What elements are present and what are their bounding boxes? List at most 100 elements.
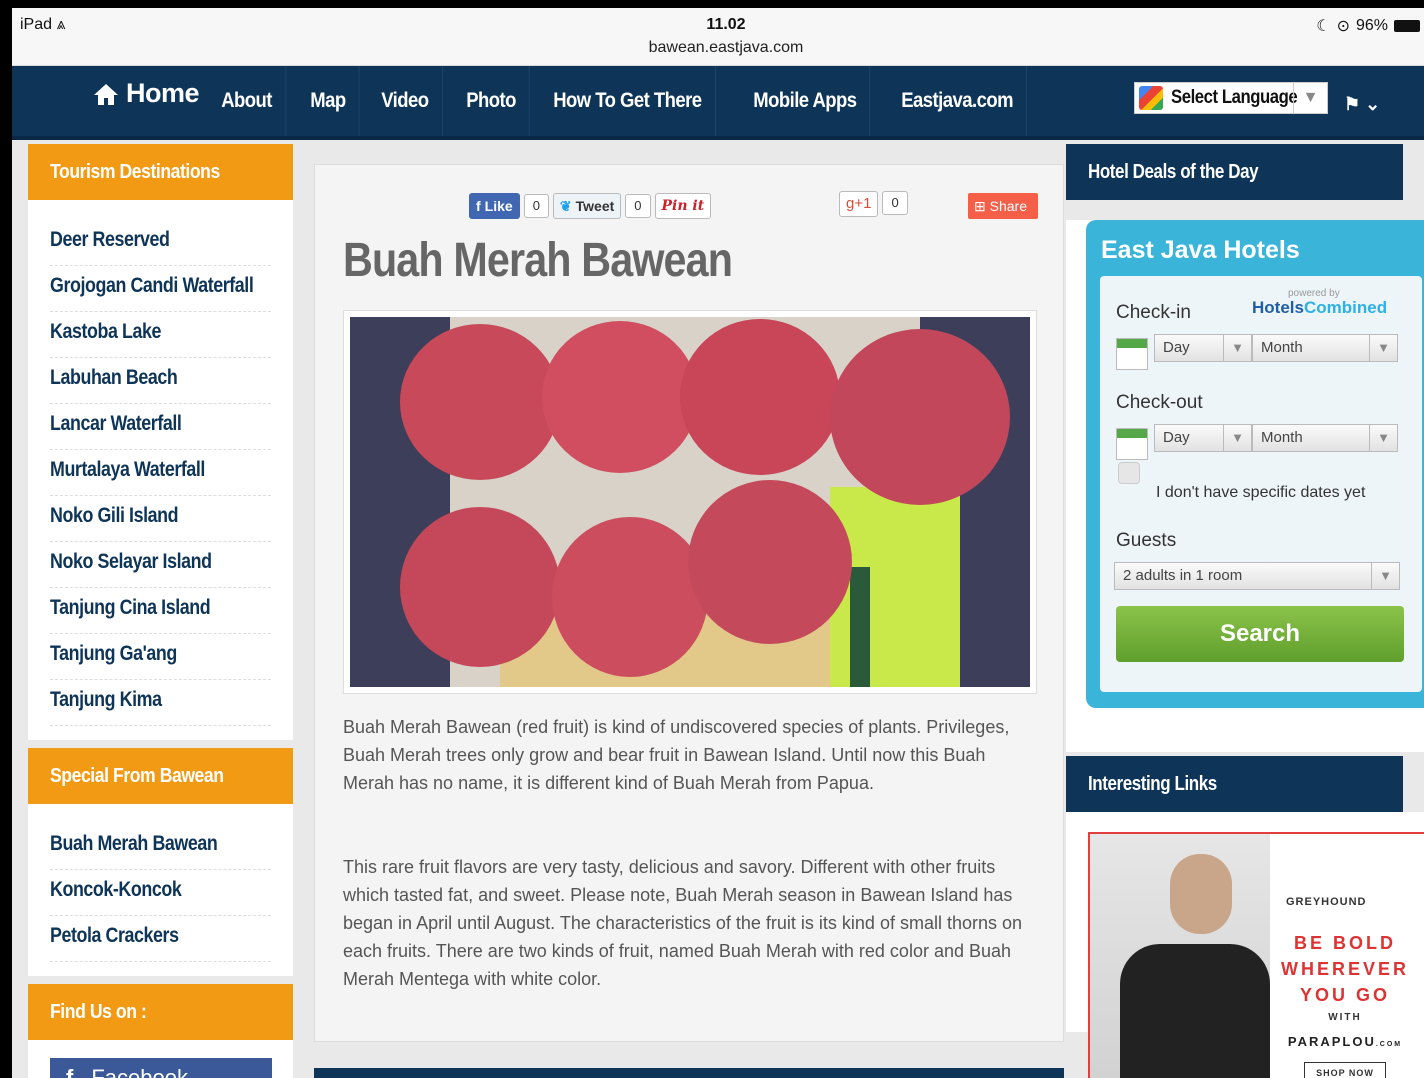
nav-item-photo[interactable]: Photo [453,66,530,136]
clock: 11.02 [706,16,746,33]
nav-home-label: Home [126,78,200,108]
hotel-widget-container: East Java Hotels Check-in powered by Hot… [1066,220,1424,752]
advertisement-banner[interactable]: GREYHOUND BE BOLD WHEREVER YOU GO WITH PAR… [1088,832,1424,1078]
list-item[interactable]: Deer Reserved [50,220,271,266]
nav-item-about[interactable]: About [208,66,287,136]
chevron-down-icon: ▼ [1369,425,1397,451]
chevron-down-icon: ▼ [1371,563,1399,589]
list-item[interactable]: Noko Gili Island [50,496,271,542]
share-button[interactable]: ⊞ Share [968,193,1038,219]
find-us-header: Find Us on : [28,984,293,1040]
footer-bar [314,1068,1064,1078]
guests-label: Guests [1116,530,1177,551]
article: f Like 0 ❦ Tweet 0 Pin it g+1 0 ⊞ Share Bu… [314,164,1064,1042]
list-item[interactable]: Grojogan Candi Waterfall [50,266,271,312]
article-paragraph-2: This rare fruit flavors are very tasty, … [343,857,1023,989]
like-label: Like [484,198,513,214]
ad-headline: BE BOLD WHEREVER YOU GO [1280,933,1409,1005]
guests-select[interactable]: 2 adults in 1 room ▼ [1114,562,1400,590]
special-from-bawean-header: Special From Bawean [28,748,293,804]
list-item[interactable]: Tanjung Kima [50,680,271,726]
special-list: Buah Merah Bawean Koncok-Koncok Petola C… [28,804,293,976]
share-row: f Like 0 ❦ Tweet 0 Pin it [469,191,712,221]
calendar-icon[interactable] [1116,428,1148,460]
browser-frame: iPad ⩓ 11.02 bawean.eastjava.com ☾ ⊙ 96%… [12,8,1424,1078]
right-sidebar: Hotel Deals of the Day East Java Hotels … [1064,144,1424,1078]
tweet-label: Tweet [575,198,615,214]
checkout-day-select[interactable]: Day ▼ [1154,424,1252,452]
twitter-bird-icon: ❦ [559,197,572,214]
article-paragraph-1: Buah Merah Bawean (red fruit) is kind of… [343,717,1010,793]
chevron-down-icon: ▼ [1223,425,1251,451]
nav-home[interactable]: Home [92,78,200,109]
no-dates-label: I don't have specific dates yet [1156,484,1366,501]
nav-item-eastjava[interactable]: Eastjava.com [888,66,1028,136]
article-photo [343,310,1037,694]
google-translate-icon [1139,86,1163,110]
tourism-destinations-header: Tourism Destinations [28,144,293,200]
search-button[interactable]: Search [1116,606,1404,662]
facebook-like-button[interactable]: f Like [469,193,520,219]
interesting-links-header: Interesting Links [1066,756,1403,812]
status-right: ☾ ⊙ 96% [1316,16,1420,36]
chevron-down-icon: ▼ [1293,83,1327,113]
list-item[interactable]: Petola Crackers [50,916,271,962]
calendar-icon[interactable] [1116,338,1148,370]
find-us-body: f Facebook [28,1040,293,1078]
hotelscombined-logo: HotelsCombined [1252,298,1388,317]
ad-model-head [1170,854,1232,934]
list-item[interactable]: Kastoba Lake [50,312,271,358]
language-label: Select Language [1171,87,1298,108]
battery-percent: 96% [1355,17,1388,34]
list-item[interactable]: Tanjung Cina Island [50,588,271,634]
tweet-count: 0 [625,194,651,218]
nav-item-mobile-apps[interactable]: Mobile Apps [740,66,871,136]
list-item[interactable]: Labuhan Beach [50,358,271,404]
facebook-icon: f [476,198,481,214]
list-item[interactable]: Koncok-Koncok [50,870,271,916]
gplus-label: +1 [854,195,872,212]
checkin-day-select[interactable]: Day ▼ [1154,334,1252,362]
flag-menu-icon[interactable]: ⚑ ⌄ [1344,94,1380,115]
lock-rotation-icon: ⊙ [1336,18,1350,35]
list-item[interactable]: Murtalaya Waterfall [50,450,271,496]
moon-icon: ☾ [1316,18,1331,35]
plus-square-icon: ⊞ [974,198,986,214]
nav-item-how-to-get-there[interactable]: How To Get There [540,66,716,136]
list-item[interactable]: Buah Merah Bawean [50,824,271,870]
share-label: Share [989,198,1027,214]
hotel-deals-header: Hotel Deals of the Day [1066,144,1403,200]
main-nav: Home About Map Video Photo How To Get Th… [12,66,1424,140]
nav-item-video[interactable]: Video [368,66,443,136]
tourism-list: Deer Reserved Grojogan Candi Waterfall K… [28,200,293,740]
checkin-month-select[interactable]: Month ▼ [1252,334,1398,362]
list-item[interactable]: Tanjung Ga'ang [50,634,271,680]
gplus-button[interactable]: g+1 [839,191,879,217]
checkin-label: Check-in [1116,302,1191,323]
facebook-button[interactable]: f Facebook [50,1058,272,1078]
list-item[interactable]: Lancar Waterfall [50,404,271,450]
list-item[interactable]: Noko Selayar Island [50,542,271,588]
address-bar[interactable]: bawean.eastjava.com [12,39,1424,57]
status-bar: iPad ⩓ 11.02 bawean.eastjava.com ☾ ⊙ 96% [12,8,1424,66]
ad-shop-now-button[interactable]: SHOP NOW [1304,1062,1386,1078]
ad-site: PARAPLOU.COM [1287,1034,1403,1049]
chevron-down-icon: ▼ [1369,335,1397,361]
tweet-button[interactable]: ❦ Tweet [552,193,622,219]
facebook-label: Facebook [91,1065,188,1078]
facebook-icon: f [66,1065,74,1078]
pin-it-button[interactable]: Pin it [654,193,712,219]
fruit-photo [350,317,1030,687]
nav-item-map[interactable]: Map [297,66,360,136]
ad-model-image [1090,834,1270,1078]
ad-brand-logo: GREYHOUND [1286,896,1367,908]
ad-with: WITH [1328,1012,1362,1023]
language-select[interactable]: Select Language ▼ [1134,82,1328,114]
gplus-count: 0 [882,191,908,215]
checkout-month-select[interactable]: Month ▼ [1252,424,1398,452]
gplus-group: g+1 0 [839,191,908,217]
nav-items: About Map Video Photo How To Get There M… [208,66,1046,136]
no-dates-checkbox[interactable] [1118,462,1140,484]
page-title: Buah Merah Bawean [343,234,733,287]
ad-model-shirt [1120,944,1270,1078]
